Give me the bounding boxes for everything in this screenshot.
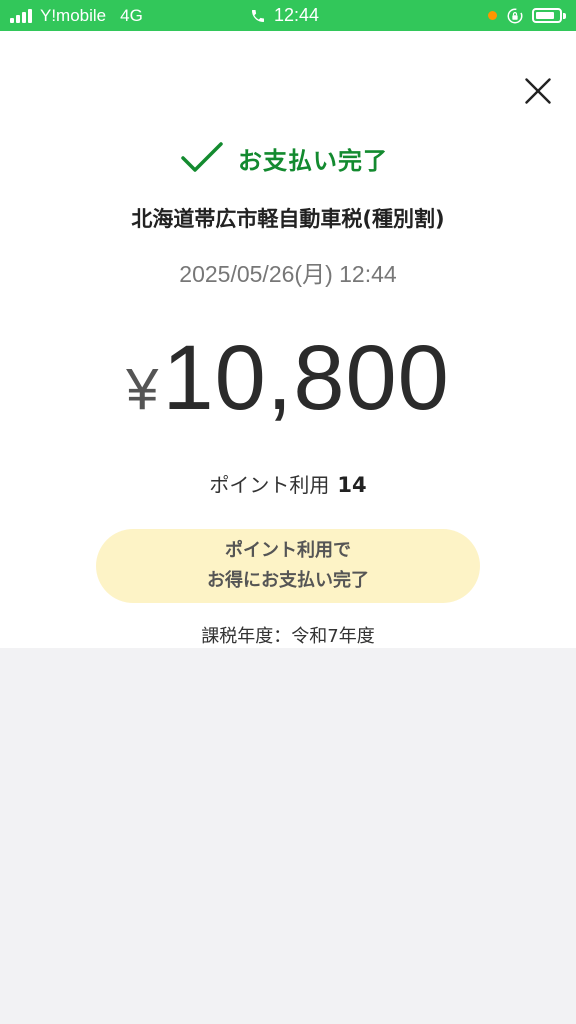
payment-complete-row: お支払い完了 bbox=[0, 138, 576, 178]
status-time: 12:44 bbox=[274, 5, 320, 25]
points-used-value: 14 bbox=[337, 473, 367, 497]
close-button[interactable] bbox=[518, 71, 558, 111]
empty-background-area bbox=[0, 648, 576, 1024]
amount-value: 10,800 bbox=[162, 327, 450, 429]
points-used-label: ポイント利用 bbox=[209, 473, 330, 497]
payment-complete-text: お支払い完了 bbox=[238, 146, 388, 175]
promo-line-2: お得にお支払い完了 bbox=[207, 570, 369, 591]
status-bar-center: 12:44 bbox=[250, 0, 319, 31]
merchant-name: 北海道帯広市軽自動車税(種別割) bbox=[131, 207, 445, 231]
battery-tip bbox=[563, 12, 566, 19]
phone-icon bbox=[252, 9, 264, 22]
battery-icon bbox=[532, 8, 562, 23]
points-used-row: ポイント利用 14 bbox=[0, 469, 576, 498]
payment-amount: ¥ 10,800 bbox=[0, 326, 576, 429]
tax-year: 課税年度：令和7年度 bbox=[201, 626, 375, 647]
status-bar-right bbox=[488, 0, 566, 31]
signal-bars-icon bbox=[10, 8, 34, 23]
check-icon bbox=[181, 142, 223, 172]
status-bar: Y!mobile 4G 12:44 bbox=[0, 0, 576, 31]
currency-symbol: ¥ bbox=[126, 357, 159, 422]
close-icon bbox=[525, 78, 551, 104]
status-bar-left: Y!mobile 4G bbox=[10, 0, 143, 31]
receipt-card: お支払い完了 北海道帯広市軽自動車税(種別割) 2025/05/26(月) 12… bbox=[0, 31, 576, 648]
network-label: 4G bbox=[120, 5, 143, 25]
carrier-label: Y!mobile bbox=[40, 5, 107, 25]
promo-line-1: ポイント利用で bbox=[225, 540, 351, 561]
rotation-lock-icon bbox=[507, 8, 523, 23]
orange-dot-indicator bbox=[488, 11, 497, 20]
points-promo-banner: ポイント利用で お得にお支払い完了 bbox=[96, 529, 480, 603]
payment-datetime: 2025/05/26(月) 12:44 bbox=[179, 261, 397, 287]
